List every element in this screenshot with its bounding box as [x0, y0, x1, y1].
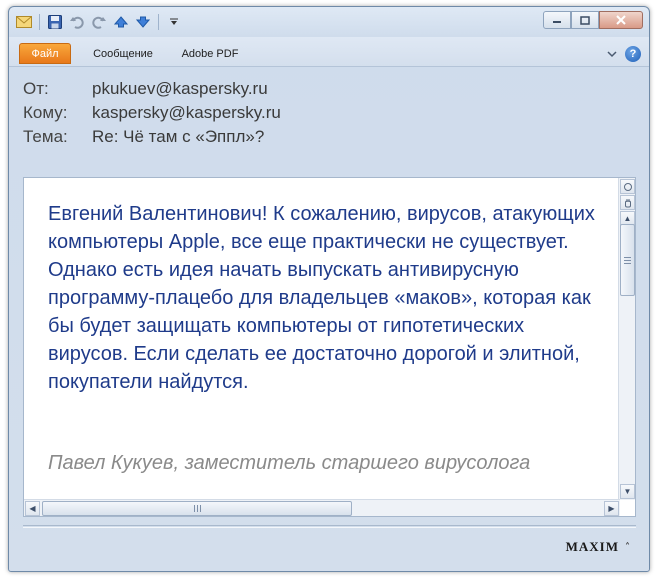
- from-label: От:: [23, 79, 49, 98]
- toolbar-separator: [158, 14, 159, 30]
- ribbon-tabs: Файл Сообщение Adobe PDF ?: [9, 37, 649, 67]
- brand-watermark: MAXIM ˄: [566, 539, 631, 555]
- from-value[interactable]: pkukuev@kaspersky.ru: [92, 77, 268, 101]
- scroll-right-icon[interactable]: ▶: [604, 501, 619, 516]
- quick-access-toolbar: [15, 14, 183, 30]
- tab-file[interactable]: Файл: [19, 43, 71, 64]
- vertical-scrollbar[interactable]: ▲ ▼: [618, 178, 635, 500]
- message-body-text: Евгений Валентинович! К сожалению, вирус…: [48, 203, 595, 393]
- ribbon-collapse-icon[interactable]: [607, 45, 617, 63]
- subject-row: Тема: Re: Чё там с «Эппл»?: [23, 125, 281, 149]
- maximize-icon[interactable]: [571, 11, 599, 29]
- ribbon-right-controls: ?: [607, 45, 641, 63]
- divider: [23, 525, 636, 528]
- envelope-icon: [15, 14, 33, 30]
- to-label: Кому:: [23, 103, 68, 122]
- title-bar: [9, 7, 649, 37]
- up-arrow-icon[interactable]: [112, 14, 130, 30]
- window-controls: [543, 11, 643, 29]
- subject-value: Re: Чё там с «Эппл»?: [92, 127, 265, 146]
- down-arrow-icon[interactable]: [134, 14, 152, 30]
- message-window: Файл Сообщение Adobe PDF ? От: pkukuev@k…: [8, 6, 650, 572]
- from-row: От: pkukuev@kaspersky.ru: [23, 77, 281, 101]
- tab-message[interactable]: Сообщение: [83, 43, 163, 64]
- message-signature: Павел Кукуев, заместитель старшего вирус…: [48, 452, 531, 474]
- horizontal-scrollbar[interactable]: ◀ ▶: [24, 499, 620, 516]
- toolbar-separator: [39, 14, 40, 30]
- undo-icon[interactable]: [68, 14, 86, 30]
- scroll-down-icon[interactable]: ▼: [620, 484, 635, 499]
- pan-tool-icon[interactable]: [620, 179, 635, 194]
- minimize-icon[interactable]: [543, 11, 571, 29]
- vertical-scroll-thumb[interactable]: [620, 224, 635, 296]
- redo-icon[interactable]: [90, 14, 108, 30]
- help-icon[interactable]: ?: [625, 46, 641, 62]
- brand-logo-text: MAXIM: [565, 539, 619, 554]
- message-body-pane[interactable]: Евгений Валентинович! К сожалению, вирус…: [23, 177, 636, 517]
- scroll-left-icon[interactable]: ◀: [25, 501, 40, 516]
- subject-label: Тема:: [23, 127, 68, 146]
- grip-icon: [193, 505, 201, 512]
- message-headers: От: pkukuev@kaspersky.ru Кому: kaspersky…: [23, 77, 281, 149]
- chevron-up-icon[interactable]: ˄: [625, 542, 631, 553]
- customize-dropdown-icon[interactable]: [165, 14, 183, 30]
- tab-adobe-pdf[interactable]: Adobe PDF: [177, 43, 243, 64]
- to-row: Кому: kaspersky@kaspersky.ru: [23, 101, 281, 125]
- save-icon[interactable]: [46, 14, 64, 30]
- hand-icon[interactable]: [620, 195, 635, 210]
- horizontal-scroll-thumb[interactable]: [42, 501, 352, 516]
- grip-icon: [624, 256, 631, 264]
- close-icon[interactable]: [599, 11, 643, 29]
- to-value[interactable]: kaspersky@kaspersky.ru: [92, 101, 281, 125]
